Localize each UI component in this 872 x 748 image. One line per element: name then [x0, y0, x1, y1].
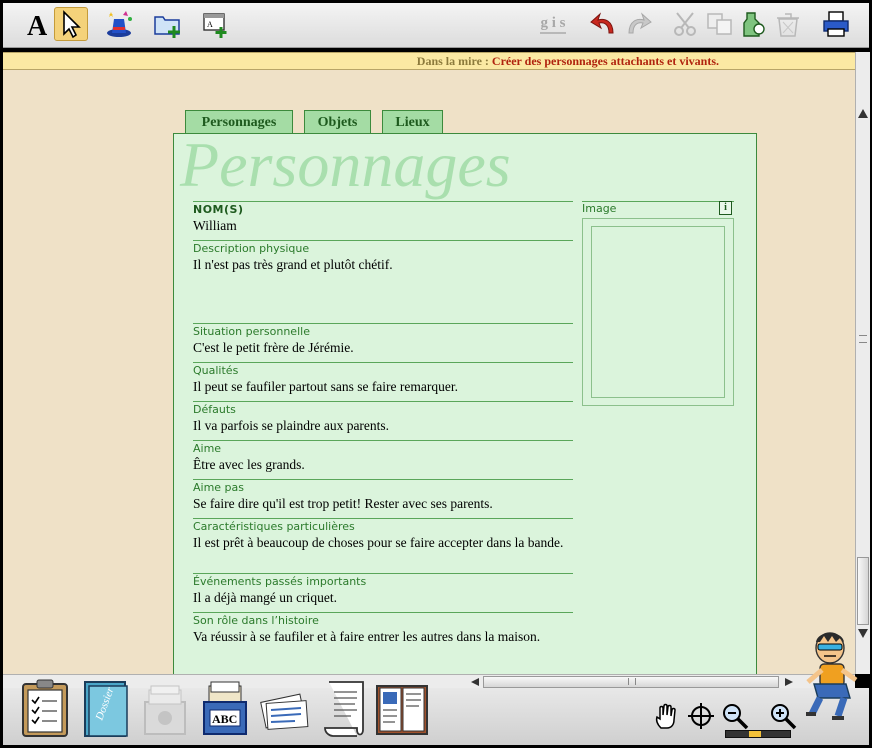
field-value: Il a déjà mangé un criquet.: [193, 590, 337, 605]
field-value: William: [193, 218, 237, 233]
paste-glue-icon[interactable]: [737, 7, 771, 41]
hand-tool-icon[interactable]: [653, 702, 681, 730]
field-aime-pas[interactable]: Aime pas Se faire dire qu'il est trop pe…: [193, 479, 573, 512]
svg-text:ABC: ABC: [212, 712, 237, 726]
field-value: C'est le petit frère de Jérémie.: [193, 340, 354, 355]
field-label: NOM(S): [193, 203, 244, 216]
scroll-grip: [859, 335, 867, 343]
field-value: Il peut se faufiler partout sans se fair…: [193, 379, 459, 394]
field-label: Aime: [193, 442, 222, 455]
abc-card-box-icon[interactable]: ABC: [199, 676, 253, 740]
new-page-icon[interactable]: A: [198, 7, 232, 41]
field-label: Description physique: [193, 242, 310, 255]
cut-icon: [669, 7, 703, 41]
field-role[interactable]: Son rôle dans l’histoire Va réussir à se…: [193, 612, 573, 645]
zoom-out-icon[interactable]: [721, 702, 749, 730]
field-value: Il est prêt à beaucoup de choses pour se…: [193, 535, 564, 550]
field-value: Va réussir à se faufiler et à faire entr…: [193, 629, 541, 644]
zoom-level-indicator[interactable]: [749, 731, 761, 737]
field-value: Il va parfois se plaindre aux parents.: [193, 418, 390, 433]
image-panel: Image i: [582, 201, 734, 406]
workspace: Personnages Objets Lieux Personnages NOM…: [3, 70, 855, 674]
svg-text:A: A: [27, 11, 48, 39]
field-caracteristiques[interactable]: Caractéristiques particulières Il est pr…: [193, 518, 573, 551]
field-label: Caractéristiques particulières: [193, 520, 355, 533]
open-book-icon[interactable]: [375, 676, 429, 740]
zoom-in-icon[interactable]: [769, 702, 797, 730]
bottom-toolbar: Dossier ABC: [3, 679, 869, 745]
field-value: Se faire dire qu'il est trop petit! Rest…: [193, 496, 493, 511]
field-label: Son rôle dans l’histoire: [193, 614, 319, 627]
objective-label: Dans la mire :: [416, 54, 489, 68]
image-placeholder: [591, 226, 725, 398]
selection-tool-icon[interactable]: [54, 7, 88, 41]
app-window: A A g i s Dans la mire: Créer des perso…: [0, 0, 872, 748]
magic-hat-icon[interactable]: [102, 7, 136, 41]
field-qualites[interactable]: Qualités Il peut se faufiler partout san…: [193, 362, 573, 395]
card-title-watermark: Personnages: [180, 129, 511, 200]
trash-icon: [771, 7, 805, 41]
helper-mascot-icon[interactable]: [800, 628, 862, 720]
undo-icon[interactable]: [587, 7, 621, 41]
objective-value: Créer des personnages attachants et viva…: [491, 54, 719, 68]
info-icon[interactable]: i: [719, 201, 732, 215]
field-defauts[interactable]: Défauts Il va parfois se plaindre aux pa…: [193, 401, 573, 434]
redo-icon: [621, 7, 655, 41]
field-label: Défauts: [193, 403, 236, 416]
scroll-left-arrow-icon[interactable]: [471, 678, 479, 686]
format-gis-label: g i s: [540, 15, 566, 34]
field-value: Il n'est pas très grand et plutôt chétif…: [193, 257, 393, 272]
scroll-right-arrow-icon[interactable]: [785, 678, 793, 686]
new-folder-icon[interactable]: [150, 7, 184, 41]
image-header: Image i: [582, 201, 734, 216]
field-evenements[interactable]: Événements passés importants Il a déjà m…: [193, 573, 573, 606]
cards-stack-icon[interactable]: [259, 676, 313, 740]
binder-folder-icon[interactable]: Dossier: [79, 676, 133, 740]
scroll-up-arrow-icon[interactable]: [858, 109, 868, 118]
scroll-parchment-icon[interactable]: [319, 676, 373, 740]
vertical-scrollbar[interactable]: [855, 52, 870, 674]
field-situation-personnelle[interactable]: Situation personnelle C'est le petit frè…: [193, 323, 573, 356]
image-frame[interactable]: [582, 218, 734, 406]
vertical-scroll-thumb[interactable]: [857, 557, 869, 625]
format-gis-icon: g i s: [531, 7, 575, 41]
card-box-faded-icon: [139, 676, 193, 740]
crosshair-tool-icon[interactable]: [687, 702, 715, 730]
top-toolbar: A A g i s: [3, 3, 869, 48]
print-icon[interactable]: [819, 7, 853, 41]
field-label: Événements passés importants: [193, 575, 367, 588]
image-label: Image: [582, 202, 617, 215]
field-label: Situation personnelle: [193, 325, 310, 338]
field-aime[interactable]: Aime Être avec les grands.: [193, 440, 573, 473]
zoom-level-slider[interactable]: [725, 730, 791, 738]
field-label: Aime pas: [193, 481, 245, 494]
character-card: Personnages NOM(S) William Description p…: [173, 129, 757, 674]
copy-icon: [703, 7, 737, 41]
text-tool-icon[interactable]: A: [21, 7, 55, 41]
objective-bar: Dans la mire : Créer des personnages att…: [3, 52, 855, 70]
clipboard-notes-icon[interactable]: [19, 676, 73, 740]
field-label: Qualités: [193, 364, 239, 377]
svg-text:A: A: [207, 20, 213, 29]
field-description-physique[interactable]: Description physique Il n'est pas très g…: [193, 240, 573, 273]
field-value: Être avec les grands.: [193, 457, 305, 472]
scroll-grip: [628, 678, 636, 685]
field-nom[interactable]: NOM(S) William: [193, 201, 573, 234]
